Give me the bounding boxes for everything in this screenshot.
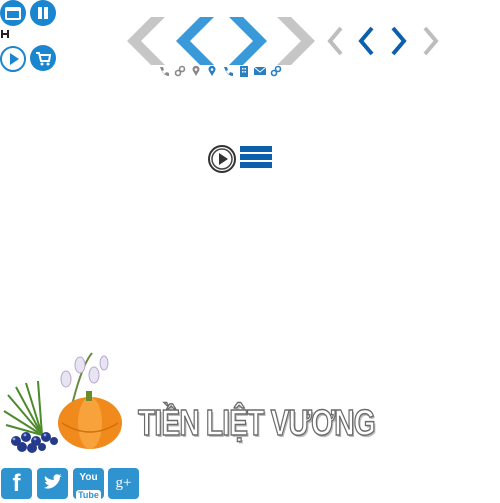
facebook-button[interactable]: f: [1, 468, 32, 499]
google-plus-button[interactable]: g+: [108, 468, 139, 499]
calendar-icon: [5, 7, 21, 20]
arrow-right-gray-large[interactable]: [273, 17, 315, 65]
mail-icon[interactable]: [254, 65, 266, 77]
menu-button[interactable]: [240, 146, 272, 174]
twitter-button[interactable]: [37, 468, 68, 499]
contact-icons-row: [158, 64, 282, 78]
pause-icon: [38, 7, 48, 19]
arrow-left-gray-small[interactable]: [327, 26, 345, 56]
location-icon[interactable]: [206, 65, 218, 77]
youtube-button[interactable]: You Tube: [73, 468, 104, 501]
calendar-button[interactable]: [0, 0, 26, 26]
location-icon[interactable]: [190, 65, 202, 77]
pumpkin-logo-image: [3, 352, 122, 453]
play-round-button[interactable]: [0, 46, 26, 72]
play-icon: [10, 53, 19, 65]
facebook-icon: f: [12, 470, 21, 497]
cart-button[interactable]: [30, 45, 56, 71]
link-icon[interactable]: [270, 65, 282, 77]
arrow-left-blue-large[interactable]: [176, 17, 218, 65]
arrow-right-blue-large[interactable]: [225, 17, 267, 65]
play-button[interactable]: [208, 145, 236, 173]
pause-button[interactable]: [30, 0, 56, 26]
phone-icon[interactable]: [222, 65, 234, 77]
arrow-left-blue-small[interactable]: [358, 26, 376, 56]
link-icon[interactable]: [174, 65, 186, 77]
play-icon: [211, 148, 233, 170]
arrow-right-gray-small[interactable]: [421, 26, 439, 56]
arrow-left-gray-large[interactable]: [127, 17, 169, 65]
building-icon[interactable]: [238, 65, 250, 77]
brand-name: TIỀN LIỆT VƯƠNG: [137, 401, 376, 444]
arrow-right-blue-small[interactable]: [389, 26, 407, 56]
film-icon: [1, 30, 9, 38]
cart-icon: [36, 52, 52, 66]
twitter-icon: [44, 474, 62, 489]
phone-icon[interactable]: [158, 65, 170, 77]
google-plus-icon: g+: [115, 475, 132, 491]
menu-icon: [240, 146, 272, 152]
youtube-icon: You Tube: [76, 472, 101, 501]
